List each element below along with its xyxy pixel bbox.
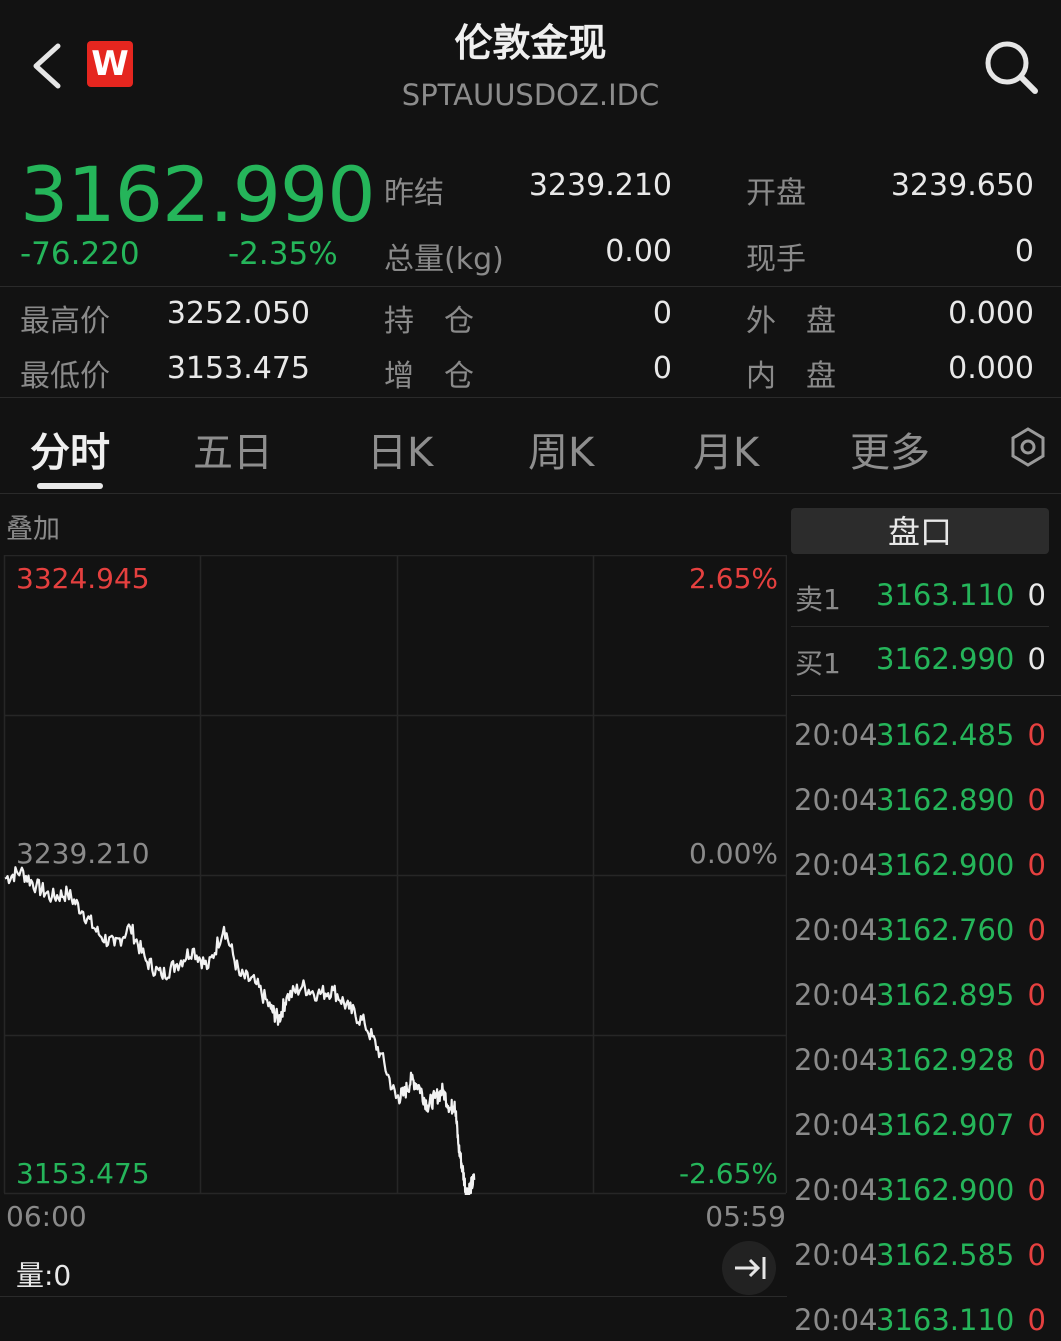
bid-1-label: 买1: [795, 647, 841, 680]
y-axis-bottom-price: 3153.475: [16, 1157, 150, 1190]
divider: [791, 626, 1049, 627]
open-interest-value: 0: [652, 296, 672, 331]
tick-time: 20:04: [794, 718, 878, 752]
y-axis-top-pct: 2.65%: [689, 562, 778, 595]
outer-volume-label: 外 盘: [746, 304, 836, 339]
inner-volume-label: 内 盘: [746, 359, 836, 394]
last-price: 3162.990: [20, 150, 376, 239]
volume-kg-label: 总量(kg): [384, 242, 504, 277]
bid-1-price: 3162.990: [876, 642, 1015, 676]
volume-kg-value: 0.00: [605, 234, 672, 269]
tick-price: 3162.585: [876, 1238, 1015, 1272]
low-value: 3153.475: [166, 351, 310, 386]
tick-price: 3162.760: [876, 913, 1015, 947]
high-value: 3252.050: [166, 296, 310, 331]
tick-time: 20:04: [794, 1173, 878, 1207]
tick-price: 3163.110: [876, 1303, 1015, 1337]
tick-time: 20:04: [794, 1238, 878, 1272]
bid-1-volume: 0: [1027, 642, 1046, 676]
search-icon[interactable]: [982, 38, 1040, 96]
tick-volume: 0: [1027, 1238, 1046, 1272]
tick-price: 3162.895: [876, 978, 1015, 1012]
prev-settle-value: 3239.210: [528, 168, 672, 203]
tick-time: 20:04: [794, 913, 878, 947]
tab-monthly-k[interactable]: 月K: [693, 420, 759, 478]
tab-daily-k[interactable]: 日K: [367, 420, 433, 478]
tab-intraday[interactable]: 分时: [30, 420, 110, 478]
tick-time: 20:04: [794, 978, 878, 1012]
settings-icon[interactable]: [1010, 427, 1046, 467]
ask-1-price: 3163.110: [876, 578, 1015, 612]
page-title: 伦敦金现: [454, 21, 607, 65]
tick-price: 3162.900: [876, 1173, 1015, 1207]
intraday-chart[interactable]: [0, 555, 787, 1195]
y-axis-mid-price: 3239.210: [16, 837, 150, 870]
tick-time: 20:04: [794, 848, 878, 882]
instrument-code: SPTAUUSDOZ.IDC: [401, 78, 660, 112]
divider: [0, 397, 1061, 398]
oi-change-value: 0: [652, 351, 672, 386]
ask-1-label: 卖1: [795, 583, 841, 616]
arrow-to-end-icon: [735, 1257, 766, 1279]
open-interest-label: 持 仓: [384, 304, 474, 339]
divider: [0, 493, 1061, 494]
y-axis-mid-pct: 0.00%: [689, 837, 778, 870]
current-hand-value: 0: [1014, 234, 1034, 269]
divider: [0, 286, 1061, 287]
x-axis-end: 05:59: [705, 1200, 786, 1233]
tick-price: 3162.485: [876, 718, 1015, 752]
low-label: 最低价: [20, 359, 110, 394]
tick-volume: 0: [1027, 783, 1046, 817]
y-axis-bottom-pct: -2.65%: [678, 1157, 778, 1190]
tick-volume: 0: [1027, 1303, 1046, 1337]
tab-weekly-k[interactable]: 周K: [528, 420, 594, 478]
tick-price: 3162.890: [876, 783, 1015, 817]
high-label: 最高价: [20, 304, 110, 339]
prev-settle-label: 昨结: [384, 176, 444, 211]
price-change: -76.220: [20, 236, 140, 272]
open-value: 3239.650: [890, 168, 1034, 203]
tick-time: 20:04: [794, 1108, 878, 1142]
open-label: 开盘: [746, 176, 806, 211]
outer-volume-value: 0.000: [948, 296, 1034, 331]
tab-five-day[interactable]: 五日: [193, 420, 273, 478]
price-change-percent: -2.35%: [228, 236, 338, 272]
expand-chart-button[interactable]: [722, 1241, 776, 1295]
tab-more[interactable]: 更多: [850, 420, 930, 478]
divider: [0, 1296, 787, 1297]
current-hand-label: 现手: [746, 242, 806, 277]
tick-volume: 0: [1027, 978, 1046, 1012]
tick-time: 20:04: [794, 1303, 878, 1337]
tick-volume: 0: [1027, 718, 1046, 752]
tick-price: 3162.900: [876, 848, 1015, 882]
overlay-button[interactable]: 叠加: [6, 507, 60, 546]
ask-1-volume: 0: [1027, 578, 1046, 612]
oi-change-label: 增 仓: [384, 359, 474, 394]
tick-volume: 0: [1027, 1108, 1046, 1142]
tab-active-indicator: [37, 483, 103, 489]
x-axis-start: 06:00: [6, 1200, 87, 1233]
price-line: [4, 866, 476, 1195]
volume-label: 量:0: [16, 1259, 72, 1292]
tick-volume: 0: [1027, 913, 1046, 947]
tick-volume: 0: [1027, 1043, 1046, 1077]
tick-time: 20:04: [794, 783, 878, 817]
tick-time: 20:04: [794, 1043, 878, 1077]
inner-volume-value: 0.000: [948, 351, 1034, 386]
y-axis-top-price: 3324.945: [16, 562, 150, 595]
tick-price: 3162.928: [876, 1043, 1015, 1077]
tick-volume: 0: [1027, 1173, 1046, 1207]
tick-volume: 0: [1027, 848, 1046, 882]
tick-price: 3162.907: [876, 1108, 1015, 1142]
order-book-header[interactable]: 盘口: [791, 508, 1049, 554]
divider: [791, 695, 1061, 696]
